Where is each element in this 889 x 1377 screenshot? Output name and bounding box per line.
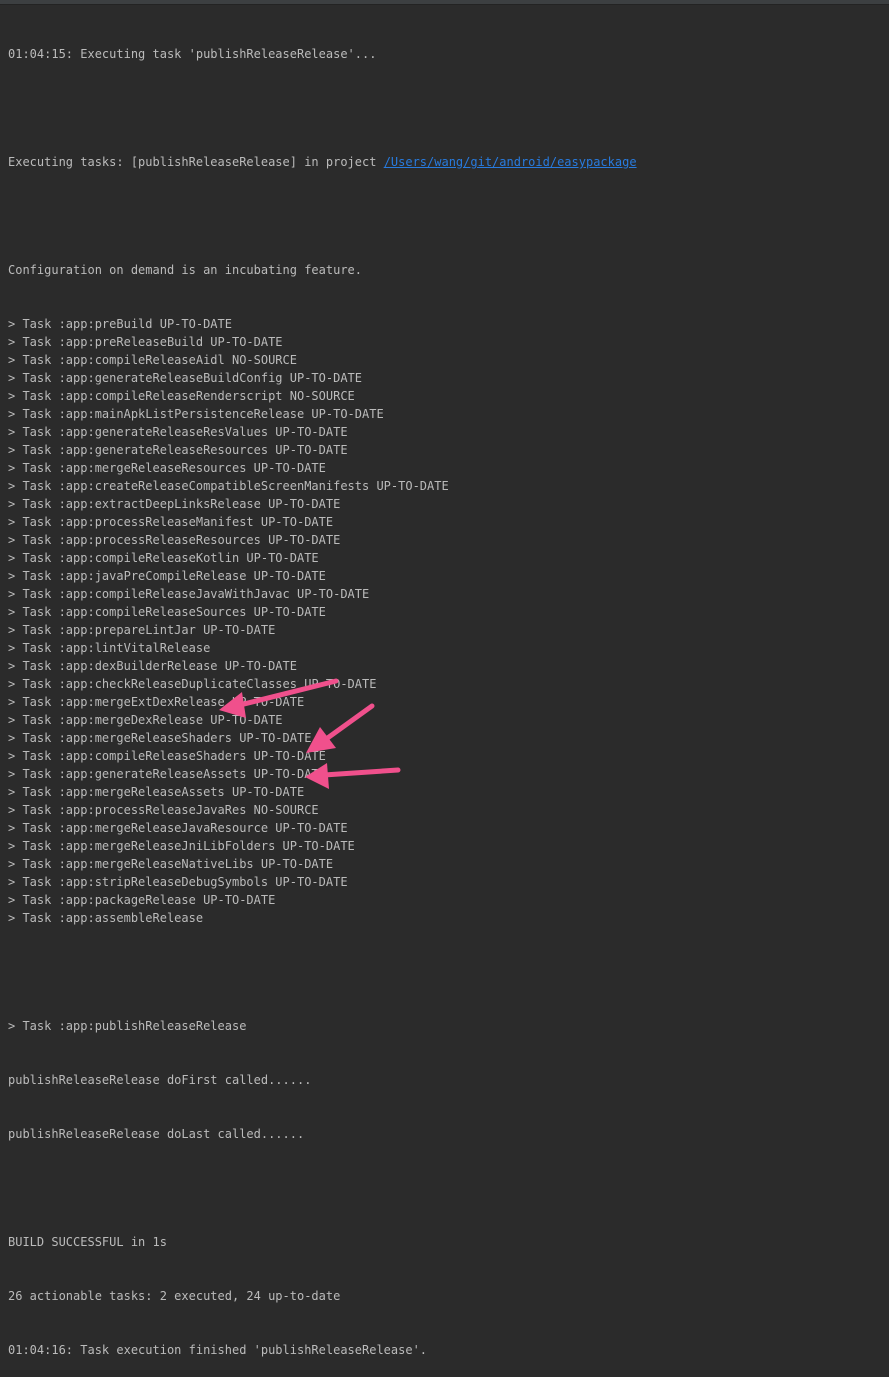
task-line: > Task :app:mergeReleaseShaders UP-TO-DA… — [8, 731, 312, 745]
publish-task-line: > Task :app:publishReleaseRelease — [8, 1019, 247, 1033]
task-line: > Task :app:preReleaseBuild UP-TO-DATE — [8, 335, 283, 349]
task-line: > Task :app:mainApkListPersistenceReleas… — [8, 407, 384, 421]
task-line: > Task :app:packageRelease UP-TO-DATE — [8, 893, 276, 907]
do-first-line: publishReleaseRelease doFirst called....… — [8, 1073, 312, 1087]
task-line: > Task :app:assembleRelease — [8, 911, 204, 925]
task-line: > Task :app:createReleaseCompatibleScree… — [8, 479, 449, 493]
task-line: > Task :app:processReleaseResources UP-T… — [8, 533, 341, 547]
task-line: > Task :app:lintVitalRelease — [8, 641, 211, 655]
task-line: > Task :app:checkReleaseDuplicateClasses… — [8, 677, 377, 691]
task-line: > Task :app:compileReleaseSources UP-TO-… — [8, 605, 326, 619]
task-line: > Task :app:mergeReleaseJavaResource UP-… — [8, 821, 348, 835]
task-line: > Task :app:mergeDexRelease UP-TO-DATE — [8, 713, 283, 727]
task-line: > Task :app:processReleaseJavaRes NO-SOU… — [8, 803, 319, 817]
task-line: > Task :app:stripReleaseDebugSymbols UP-… — [8, 875, 348, 889]
actionable-summary-line: 26 actionable tasks: 2 executed, 24 up-t… — [8, 1289, 341, 1303]
task-line: > Task :app:compileReleaseRenderscript N… — [8, 389, 355, 403]
task-line: > Task :app:mergeExtDexRelease UP-TO-DAT… — [8, 695, 305, 709]
do-last-line: publishReleaseRelease doLast called.....… — [8, 1127, 305, 1141]
task-line: > Task :app:compileReleaseKotlin UP-TO-D… — [8, 551, 319, 565]
project-path-link[interactable]: /Users/wang/git/android/easypackage — [384, 155, 637, 169]
executing-tasks-text: Executing tasks: [publishReleaseRelease]… — [8, 155, 384, 169]
task-line: > Task :app:generateReleaseAssets UP-TO-… — [8, 767, 326, 781]
executing-tasks-line: Executing tasks: [publishReleaseRelease]… — [8, 153, 878, 171]
task-line: > Task :app:generateReleaseResources UP-… — [8, 443, 348, 457]
run-console-output: 01:04:15: Executing task 'publishRelease… — [8, 9, 878, 1377]
task-line: > Task :app:javaPreCompileRelease UP-TO-… — [8, 569, 326, 583]
task-line: > Task :app:extractDeepLinksRelease UP-T… — [8, 497, 341, 511]
task-line: > Task :app:generateReleaseResValues UP-… — [8, 425, 348, 439]
task-line: > Task :app:compileReleaseShaders UP-TO-… — [8, 749, 326, 763]
task-line: > Task :app:mergeReleaseNativeLibs UP-TO… — [8, 857, 334, 871]
console-footer-line: 01:04:16: Task execution finished 'publi… — [8, 1343, 428, 1357]
task-line: > Task :app:compileReleaseJavaWithJavac … — [8, 587, 370, 601]
task-line: > Task :app:mergeReleaseAssets UP-TO-DAT… — [8, 785, 305, 799]
console-header-line: 01:04:15: Executing task 'publishRelease… — [8, 47, 377, 61]
configuration-line: Configuration on demand is an incubating… — [8, 263, 363, 277]
task-line: > Task :app:compileReleaseAidl NO-SOURCE — [8, 353, 297, 367]
window-top-edge — [0, 0, 889, 5]
task-line: > Task :app:prepareLintJar UP-TO-DATE — [8, 623, 276, 637]
task-list: > Task :app:preBuild UP-TO-DATE > Task :a… — [8, 315, 878, 927]
task-line: > Task :app:generateReleaseBuildConfig U… — [8, 371, 363, 385]
task-line: > Task :app:dexBuilderRelease UP-TO-DATE — [8, 659, 297, 673]
task-line: > Task :app:mergeReleaseResources UP-TO-… — [8, 461, 326, 475]
build-result-line: BUILD SUCCESSFUL in 1s — [8, 1235, 167, 1249]
task-line: > Task :app:mergeReleaseJniLibFolders UP… — [8, 839, 355, 853]
task-line: > Task :app:processReleaseManifest UP-TO… — [8, 515, 334, 529]
task-line: > Task :app:preBuild UP-TO-DATE — [8, 317, 232, 331]
